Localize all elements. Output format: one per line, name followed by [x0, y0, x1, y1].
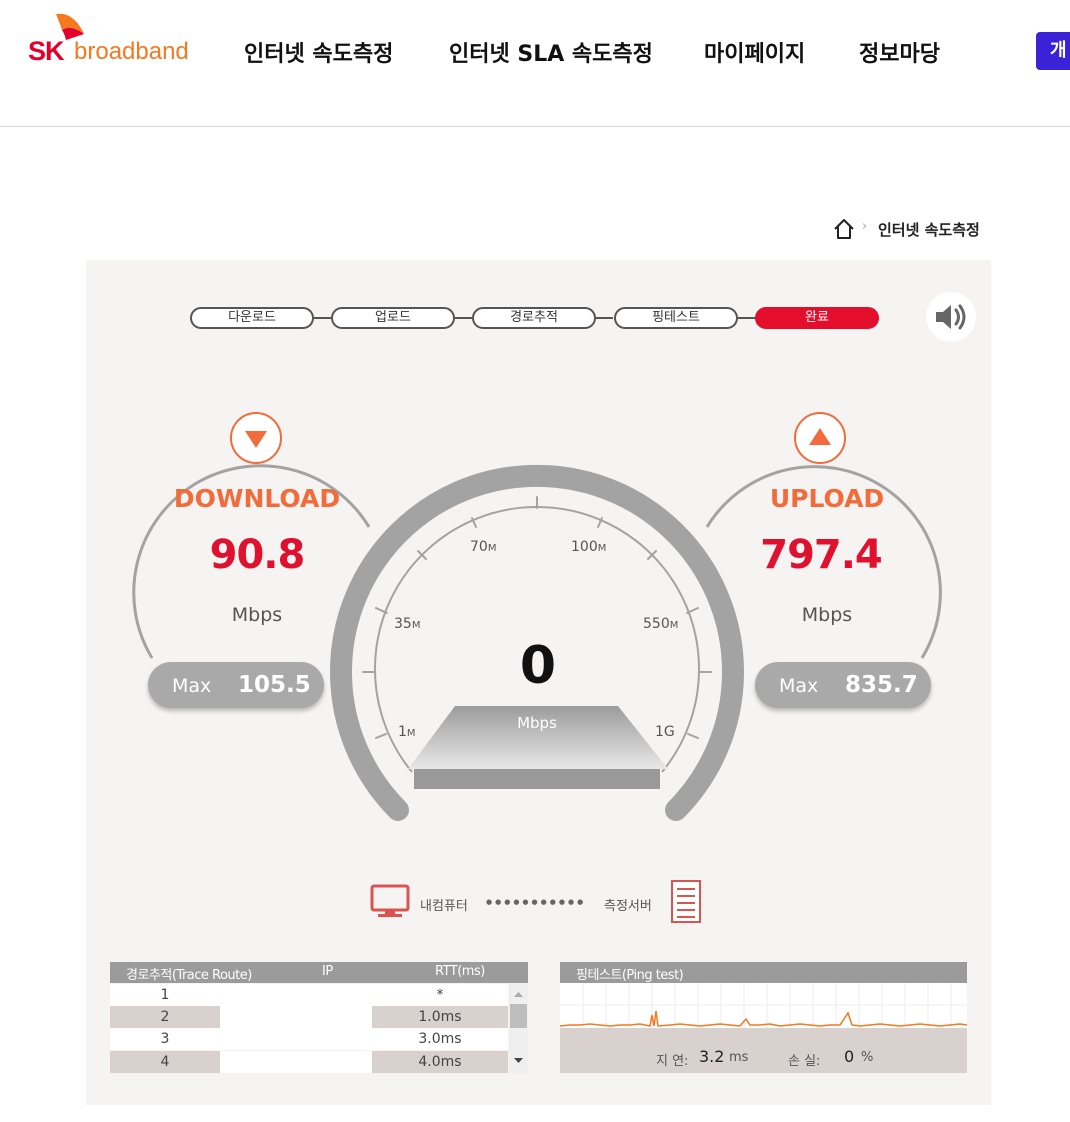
tick-70m: 70 — [470, 539, 488, 555]
connection-dots: ●●●●●●●●●●● — [486, 898, 587, 906]
speedometer-value: 0 — [519, 636, 557, 696]
trace-col-ip: IP — [322, 964, 333, 979]
upload-value: 797.4 — [760, 532, 883, 578]
tick-100m-suffix: M — [598, 543, 607, 554]
download-max-label: Max — [172, 675, 212, 697]
tick-70m-suffix: M — [488, 543, 497, 554]
latency-value: 3.2 — [699, 1047, 725, 1066]
latency-label: 지 연: — [656, 1054, 689, 1069]
download-value: 90.8 — [209, 532, 306, 578]
trace-ip — [220, 984, 372, 1006]
download-max-value: 105.5 — [238, 672, 311, 698]
tick-550m: 550 — [643, 616, 670, 632]
scroll-up-icon[interactable] — [514, 992, 523, 997]
table-row: 3 3.0ms — [110, 1028, 508, 1050]
speedometer-unit: Mbps — [517, 714, 557, 732]
scroll-down-icon[interactable] — [514, 1058, 523, 1063]
trace-rtt: 4.0ms — [372, 1051, 508, 1073]
my-computer-label: 내컴퓨터 — [420, 899, 468, 914]
trace-rtt: 3.0ms — [372, 1028, 508, 1050]
scroll-thumb[interactable] — [510, 1004, 527, 1028]
upload-label: UPLOAD — [769, 484, 885, 513]
download-unit: Mbps — [231, 604, 283, 626]
upload-max-label: Max — [779, 675, 819, 697]
tick-1m-suffix: M — [407, 728, 416, 739]
trace-col-rtt: RTT(ms) — [435, 964, 485, 979]
trace-hop: 2 — [110, 1006, 220, 1028]
tick-1m: 1 — [398, 724, 407, 740]
upload-unit: Mbps — [801, 604, 853, 626]
loss-unit: % — [861, 1050, 874, 1065]
tick-35m: 35 — [394, 616, 412, 632]
trace-hop: 3 — [110, 1028, 220, 1050]
upload-max-value: 835.7 — [845, 672, 918, 698]
tick-35m-suffix: M — [412, 620, 421, 631]
svg-text:70M: 70M — [470, 539, 496, 555]
latency-unit: ms — [729, 1050, 749, 1065]
ping-summary: 지 연: 3.2 ms 손 실: 0 % — [560, 1028, 967, 1073]
ping-header: 핑테스트(Ping test) — [560, 962, 967, 983]
trace-title: 경로추적(Trace Route) — [126, 968, 252, 983]
download-label: DOWNLOAD — [173, 484, 341, 513]
svg-text:35M: 35M — [394, 616, 420, 632]
svg-text:1M: 1M — [398, 724, 416, 740]
trace-hop: 1 — [110, 984, 220, 1006]
download-arrow-icon — [230, 412, 282, 464]
download-max-pill: Max 105.5 — [148, 662, 324, 708]
tick-550m-suffix: M — [670, 620, 679, 631]
table-row: 1 * — [110, 984, 508, 1006]
upload-arrow-icon — [794, 412, 846, 464]
ping-title: 핑테스트(Ping test) — [576, 968, 684, 983]
computer-icon — [370, 884, 410, 917]
loss-value: 0 — [844, 1047, 855, 1066]
upload-max-pill: Max 835.7 — [755, 662, 931, 708]
trace-rtt: 1.0ms — [372, 1006, 508, 1028]
ping-chart — [559, 983, 968, 1028]
svg-text:100M: 100M — [571, 539, 606, 555]
trace-scrollbar[interactable] — [509, 984, 528, 1073]
trace-table-header: 경로추적(Trace Route) IP RTT(ms) — [110, 962, 528, 983]
table-row: 4 4.0ms — [110, 1051, 508, 1073]
trace-ip — [220, 1051, 372, 1073]
tick-100m: 100 — [571, 539, 598, 555]
trace-ip — [220, 1006, 372, 1028]
trace-rtt: * — [372, 984, 508, 1006]
table-row: 2 1.0ms — [110, 1006, 508, 1028]
svg-text:550M: 550M — [643, 616, 678, 632]
server-label: 측정서버 — [604, 899, 652, 914]
trace-hop: 4 — [110, 1051, 220, 1073]
server-icon — [671, 880, 701, 923]
loss-label: 손 실: — [788, 1054, 821, 1069]
trace-ip — [220, 1028, 372, 1050]
tick-1g: 1G — [655, 724, 675, 740]
